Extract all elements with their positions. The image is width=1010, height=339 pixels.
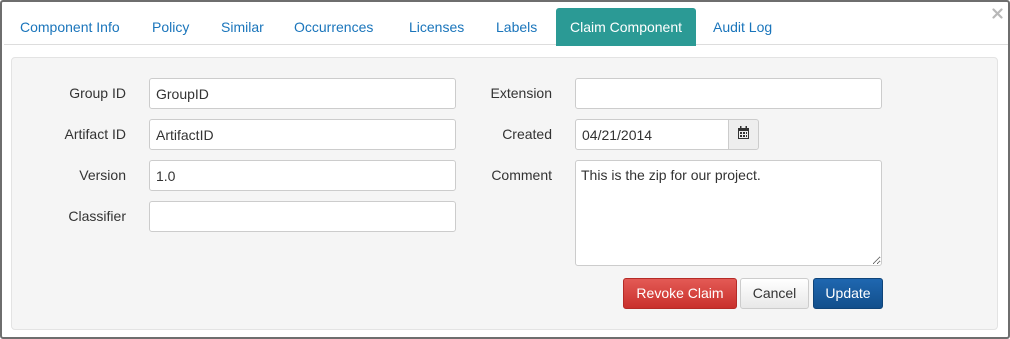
tab-component-info[interactable]: Component Info — [20, 9, 120, 45]
date-picker-button[interactable] — [728, 119, 759, 150]
tab-audit-log[interactable]: Audit Log — [713, 9, 772, 45]
cancel-button[interactable]: Cancel — [740, 278, 809, 309]
comment-label: Comment — [491, 167, 552, 183]
artifact-id-field[interactable] — [149, 119, 456, 150]
revoke-claim-button[interactable]: Revoke Claim — [623, 278, 737, 309]
tab-licenses[interactable]: Licenses — [409, 9, 464, 45]
version-field[interactable] — [149, 160, 456, 191]
close-icon[interactable] — [990, 8, 1004, 22]
tab-claim-component[interactable]: Claim Component — [556, 8, 696, 46]
classifier-field[interactable] — [149, 201, 456, 232]
tab-similar[interactable]: Similar — [221, 9, 264, 45]
group-id-field[interactable] — [149, 78, 456, 109]
version-label: Version — [79, 167, 126, 183]
claim-form-panel: Group ID Artifact ID Version Classifier … — [11, 57, 998, 330]
tab-occurrences[interactable]: Occurrences — [294, 9, 373, 45]
dialog-window: Component Info Policy Similar Occurrence… — [0, 0, 1010, 339]
tab-labels[interactable]: Labels — [496, 9, 537, 45]
calendar-icon — [738, 126, 749, 139]
created-label: Created — [502, 126, 552, 142]
extension-field[interactable] — [575, 78, 882, 109]
extension-label: Extension — [490, 85, 552, 101]
created-date-field[interactable] — [575, 119, 729, 150]
group-id-label: Group ID — [69, 85, 126, 101]
comment-textarea[interactable]: This is the zip for our project. — [575, 160, 882, 266]
tab-bar: Component Info Policy Similar Occurrence… — [4, 4, 1008, 46]
classifier-label: Classifier — [68, 208, 126, 224]
artifact-id-label: Artifact ID — [64, 126, 126, 142]
update-button[interactable]: Update — [813, 278, 883, 309]
tab-policy[interactable]: Policy — [152, 9, 189, 45]
